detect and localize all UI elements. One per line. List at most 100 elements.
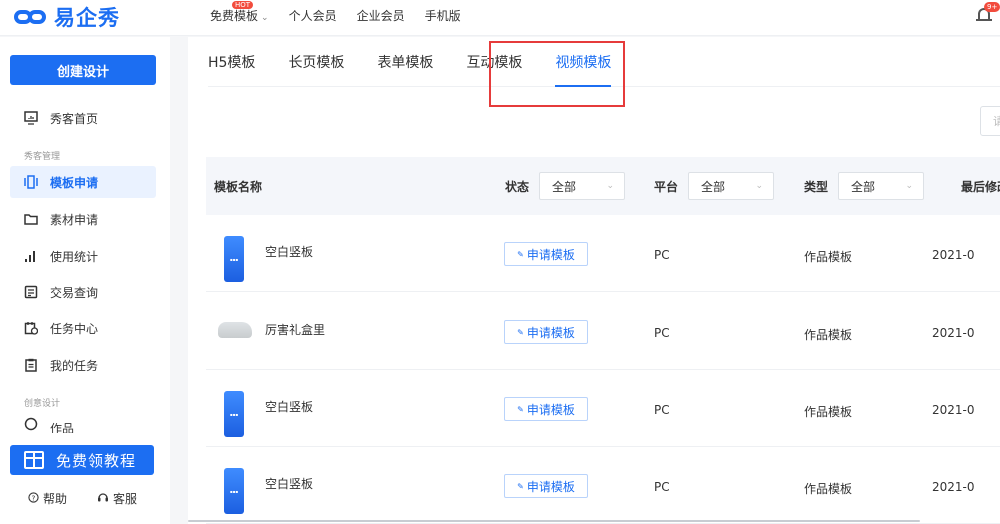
pen-icon: ✎	[517, 327, 524, 337]
topnav-item-label: 免费模板	[210, 8, 259, 23]
pen-icon: ✎	[517, 404, 524, 414]
apply-template-button[interactable]: ✎ 申请模板	[504, 242, 588, 266]
date-cell: 2021-0	[932, 403, 975, 417]
status-filter-select[interactable]: 全部 ⌄	[539, 172, 626, 200]
sidebar-item-material-apply[interactable]: 素材申请	[10, 203, 156, 235]
header-type: 类型 全部 ⌄	[804, 172, 925, 200]
receipt-icon	[24, 285, 38, 299]
type-cell: 作品模板	[804, 328, 853, 342]
apply-template-button[interactable]: ✎ 申请模板	[504, 397, 588, 421]
bar-chart-icon	[24, 249, 38, 263]
logo-icon	[14, 7, 50, 27]
video-thumbnail[interactable]: ▪▪▪	[224, 468, 244, 514]
create-design-button[interactable]: 创建设计	[10, 55, 156, 85]
tab-h5[interactable]: H5模板	[208, 37, 255, 87]
pen-icon: ✎	[517, 249, 524, 259]
sidebar-item-label: 交易查询	[50, 285, 99, 300]
logo[interactable]: 易企秀	[14, 2, 120, 32]
notification-badge: 9+	[984, 2, 1000, 12]
top-nav: HOT 免费模板 ⌄ 个人会员 企业会员 手机版	[210, 0, 461, 30]
main-panel: H5模板 长页模板 表单模板 互动模板 视频模板 请 模板名称 状态 全部 ⌄ 平…	[188, 37, 1000, 524]
search-input[interactable]: 请	[980, 106, 1000, 136]
horizontal-scrollbar[interactable]	[188, 520, 920, 522]
hot-badge: HOT	[232, 0, 254, 9]
topnav-personal-vip[interactable]: 个人会员	[289, 7, 337, 24]
sidebar-item-template-apply[interactable]: 模板申请	[10, 166, 156, 198]
sidebar-item-transactions[interactable]: 交易查询	[10, 276, 156, 308]
chevron-down-icon: ⌄	[755, 181, 764, 191]
table-row: ▪▪▪ 空白竖板 ✎ 申请模板 PC 作品模板 2021-0	[206, 447, 1000, 524]
type-filter-select[interactable]: 全部 ⌄	[838, 172, 925, 200]
chevron-down-icon: ⌄	[606, 181, 615, 191]
header-platform-label: 平台	[654, 179, 679, 194]
tutorial-label: 免费领教程	[56, 451, 137, 470]
apply-label: 申请模板	[526, 402, 575, 417]
video-thumbnail[interactable]: ▪▪▪	[224, 236, 244, 282]
sidebar-item-label: 我的任务	[50, 358, 99, 373]
group-label-management: 秀客管理	[24, 152, 61, 162]
template-icon	[24, 175, 38, 189]
apply-label: 申请模板	[526, 325, 575, 340]
service-label: 客服	[113, 492, 138, 506]
date-cell: 2021-0	[932, 480, 975, 494]
sidebar-item-label: 素材申请	[50, 212, 99, 227]
template-name: 空白竖板	[265, 400, 314, 414]
apply-template-button[interactable]: ✎ 申请模板	[504, 320, 588, 344]
topnav-enterprise-vip[interactable]: 企业会员	[357, 7, 405, 24]
video-thumbnail[interactable]: ▪▪▪	[224, 391, 244, 437]
sidebar-item-my-tasks[interactable]: 我的任务	[10, 349, 156, 381]
platform-cell: PC	[654, 248, 670, 262]
sidebar-item-usage-stats[interactable]: 使用统计	[10, 240, 156, 272]
topnav-mobile[interactable]: 手机版	[425, 7, 461, 24]
sidebar-item-label: 作品	[50, 421, 75, 434]
free-tutorial-button[interactable]: 免费领教程	[10, 445, 154, 475]
header-last-modified: 最后修改	[961, 179, 1000, 194]
question-icon: ?	[28, 491, 39, 506]
sidebar-item-label: 使用统计	[50, 249, 99, 264]
sidebar-footer: ? 帮助 客服	[0, 490, 170, 507]
service-link[interactable]: 客服	[97, 490, 137, 507]
template-name: 空白竖板	[265, 477, 314, 491]
chevron-down-icon: ⌄	[905, 181, 914, 191]
select-value: 全部	[552, 179, 577, 194]
platform-cell: PC	[654, 326, 670, 340]
tab-interactive[interactable]: 互动模板	[466, 37, 522, 87]
svg-text:?: ?	[32, 493, 36, 502]
date-cell: 2021-0	[932, 248, 975, 262]
topnav-free-templates[interactable]: HOT 免费模板 ⌄	[210, 0, 269, 24]
top-bar: 易企秀 HOT 免费模板 ⌄ 个人会员 企业会员 手机版 9+	[0, 0, 1000, 36]
sidebar-item-task-center[interactable]: 任务中心	[10, 312, 156, 344]
select-value: 全部	[851, 179, 876, 194]
sidebar: 创建设计 秀客首页 秀客管理 模板申请 素材申请 使用统计 交易查询 任务中心 …	[0, 37, 170, 524]
apply-label: 申请模板	[526, 247, 575, 262]
table-header: 模板名称 状态 全部 ⌄ 平台 全部 ⌄ 类型 全部 ⌄ 最后修改	[206, 157, 1000, 215]
folder-icon	[24, 212, 38, 226]
platform-cell: PC	[654, 480, 670, 494]
type-cell: 作品模板	[804, 482, 853, 496]
apply-label: 申请模板	[526, 479, 575, 494]
tab-form[interactable]: 表单模板	[377, 37, 433, 87]
tab-long-page[interactable]: 长页模板	[288, 37, 344, 87]
sidebar-item-works[interactable]: 作品	[10, 415, 156, 433]
shoe-thumbnail[interactable]	[218, 322, 252, 338]
headset-icon	[97, 491, 109, 506]
tab-video[interactable]: 视频模板	[555, 37, 612, 87]
gift-icon	[24, 451, 44, 469]
template-name: 厉害礼盒里	[265, 323, 326, 337]
sidebar-item-label: 秀客首页	[50, 111, 99, 126]
header-status: 状态 全部 ⌄	[505, 172, 626, 200]
sidebar-item-label: 模板申请	[50, 175, 99, 190]
help-link[interactable]: ? 帮助	[28, 490, 67, 507]
platform-filter-select[interactable]: 全部 ⌄	[688, 172, 775, 200]
header-type-label: 类型	[804, 179, 829, 194]
type-cell: 作品模板	[804, 250, 853, 264]
template-tabs: H5模板 长页模板 表单模板 互动模板 视频模板	[208, 37, 1000, 87]
chevron-down-icon: ⌄	[261, 12, 269, 23]
header-status-label: 状态	[505, 179, 530, 194]
header-name: 模板名称	[214, 179, 263, 194]
bell-icon[interactable]: 9+	[976, 2, 1000, 24]
apply-template-button[interactable]: ✎ 申请模板	[504, 474, 588, 498]
help-label: 帮助	[43, 492, 68, 506]
sidebar-item-home[interactable]: 秀客首页	[10, 102, 156, 134]
clipboard-icon	[24, 358, 38, 372]
